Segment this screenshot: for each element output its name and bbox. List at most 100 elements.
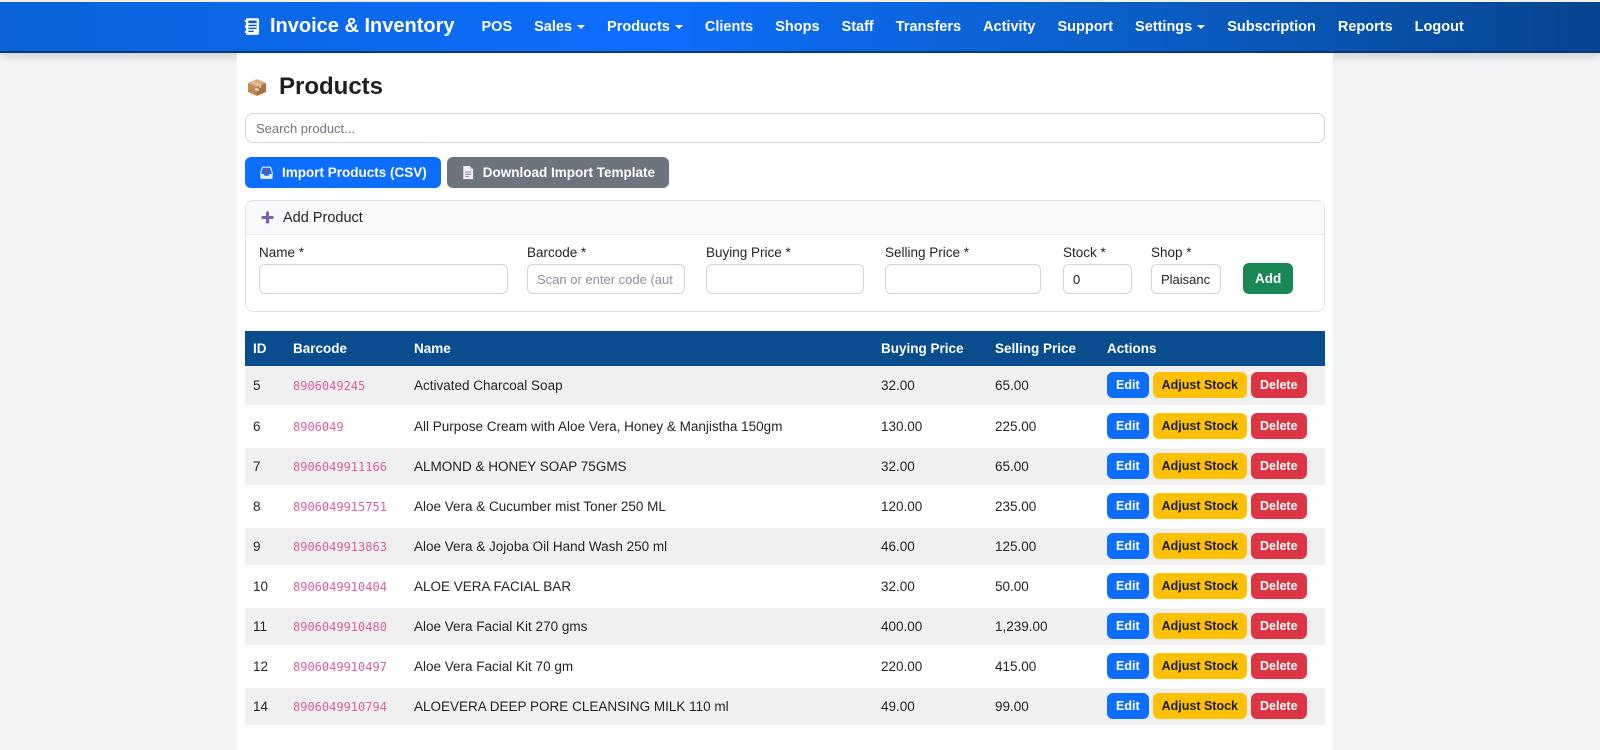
column-header-id: ID: [245, 331, 285, 366]
barcode-field[interactable]: [527, 264, 685, 294]
nav-item-settings[interactable]: Settings: [1124, 11, 1216, 43]
nav-item-clients[interactable]: Clients: [694, 11, 764, 43]
cell-id: 8: [245, 486, 285, 526]
nav-item-activity[interactable]: Activity: [972, 11, 1046, 43]
edit-button[interactable]: Edit: [1107, 493, 1149, 519]
edit-button[interactable]: Edit: [1107, 693, 1149, 719]
edit-button[interactable]: Edit: [1107, 413, 1149, 439]
upload-tray-icon: [259, 165, 274, 180]
nav-items: POSSalesProductsClientsShopsStaffTransfe…: [471, 11, 1475, 43]
delete-button[interactable]: Delete: [1251, 372, 1307, 398]
adjust-stock-button[interactable]: Adjust Stock: [1153, 533, 1247, 559]
nav-item-pos[interactable]: POS: [471, 11, 524, 43]
nav-item-reports[interactable]: Reports: [1327, 11, 1404, 43]
cell-barcode: 8906049915751: [285, 486, 406, 526]
nav-item-transfers[interactable]: Transfers: [885, 11, 972, 43]
edit-button[interactable]: Edit: [1107, 533, 1149, 559]
nav-item-sales[interactable]: Sales: [523, 11, 596, 43]
search-input[interactable]: [245, 113, 1325, 143]
column-header-selling-price: Selling Price: [987, 331, 1099, 366]
cell-name: Aloe Vera & Cucumber mist Toner 250 ML: [406, 486, 873, 526]
cell-actions: EditAdjust StockDelete: [1099, 406, 1325, 446]
table-row: 88906049915751Aloe Vera & Cucumber mist …: [245, 486, 1325, 526]
edit-button[interactable]: Edit: [1107, 653, 1149, 679]
stock-field[interactable]: [1063, 264, 1132, 294]
cell-buying-price: 32.00: [873, 366, 987, 406]
barcode-value: 8906049910480: [293, 620, 387, 634]
chevron-down-icon: [1197, 25, 1205, 29]
edit-button[interactable]: Edit: [1107, 453, 1149, 479]
delete-button[interactable]: Delete: [1251, 653, 1307, 679]
delete-button[interactable]: Delete: [1251, 453, 1307, 479]
adjust-stock-button[interactable]: Adjust Stock: [1153, 493, 1247, 519]
add-product-header[interactable]: Add Product: [246, 201, 1324, 235]
selling-price-field[interactable]: [885, 264, 1041, 294]
row-actions: EditAdjust StockDelete: [1107, 453, 1317, 479]
name-field[interactable]: [259, 264, 508, 294]
table-row: 58906049245Activated Charcoal Soap32.006…: [245, 366, 1325, 406]
nav-item-logout[interactable]: Logout: [1404, 11, 1475, 43]
shop-select[interactable]: Plaisanc: [1151, 264, 1221, 294]
barcode-value: 8906049910497: [293, 660, 387, 674]
import-products-button[interactable]: Import Products (CSV): [245, 157, 441, 188]
nav-item-subscription[interactable]: Subscription: [1216, 11, 1327, 43]
adjust-stock-button[interactable]: Adjust Stock: [1153, 653, 1247, 679]
nav-item-support[interactable]: Support: [1046, 11, 1124, 43]
cell-buying-price: 400.00: [873, 606, 987, 646]
cell-buying-price: 46.00: [873, 526, 987, 566]
table-row: 118906049910480Aloe Vera Facial Kit 270 …: [245, 606, 1325, 646]
brand-link[interactable]: Invoice & Inventory: [243, 15, 455, 38]
adjust-stock-button[interactable]: Adjust Stock: [1153, 613, 1247, 639]
cell-buying-price: 32.00: [873, 566, 987, 606]
import-products-label: Import Products (CSV): [282, 165, 427, 180]
cell-selling-price: 99.00: [987, 686, 1099, 726]
invoice-ledger-icon: [243, 17, 262, 36]
cell-id: 14: [245, 686, 285, 726]
add-product-card: Add Product Name * Barcode * Buying Pric…: [245, 200, 1325, 312]
toolbar: Import Products (CSV) Download Import Te…: [245, 157, 1325, 188]
edit-button[interactable]: Edit: [1107, 613, 1149, 639]
products-table: ID Barcode Name Buying Price Selling Pri…: [245, 331, 1325, 728]
cell-buying-price: 32.00: [873, 446, 987, 486]
cell-id: 7: [245, 446, 285, 486]
edit-button[interactable]: Edit: [1107, 372, 1149, 398]
table-row: 78906049911166ALMOND & HONEY SOAP 75GMS3…: [245, 446, 1325, 486]
download-template-label: Download Import Template: [483, 165, 655, 180]
delete-button[interactable]: Delete: [1251, 413, 1307, 439]
add-button[interactable]: Add: [1243, 263, 1293, 294]
row-actions: EditAdjust StockDelete: [1107, 413, 1317, 439]
delete-button[interactable]: Delete: [1251, 533, 1307, 559]
cell-selling-price: 415.00: [987, 646, 1099, 686]
cell-selling-price: 225.00: [987, 406, 1099, 446]
row-actions: EditAdjust StockDelete: [1107, 653, 1317, 679]
nav-item-products[interactable]: Products: [596, 11, 694, 43]
cell-name: All Purpose Cream with Aloe Vera, Honey …: [406, 406, 873, 446]
cell-buying-price: 130.00: [873, 406, 987, 446]
adjust-stock-button[interactable]: Adjust Stock: [1153, 573, 1247, 599]
cell-actions: EditAdjust StockDelete: [1099, 446, 1325, 486]
buying-price-field[interactable]: [706, 264, 864, 294]
delete-button[interactable]: Delete: [1251, 573, 1307, 599]
adjust-stock-button[interactable]: Adjust Stock: [1153, 453, 1247, 479]
delete-button[interactable]: Delete: [1251, 693, 1307, 719]
row-actions: EditAdjust StockDelete: [1107, 533, 1317, 559]
adjust-stock-button[interactable]: Adjust Stock: [1153, 372, 1247, 398]
cell-actions: EditAdjust StockDelete: [1099, 526, 1325, 566]
barcode-value: 8906049245: [293, 379, 365, 393]
cell-name: Activated Charcoal Soap: [406, 366, 873, 406]
edit-button[interactable]: Edit: [1107, 573, 1149, 599]
cell-name: ALOE VERA FACIAL BAR: [406, 566, 873, 606]
delete-button[interactable]: Delete: [1251, 613, 1307, 639]
barcode-value: 8906049911166: [293, 460, 387, 474]
cell-name: ALOEVERA DEEP PORE CLEANSING MILK 110 ml: [406, 686, 873, 726]
nav-item-shops[interactable]: Shops: [764, 11, 830, 43]
download-template-button[interactable]: Download Import Template: [447, 157, 669, 188]
adjust-stock-button[interactable]: Adjust Stock: [1153, 693, 1247, 719]
cell-barcode: 8906049913863: [285, 526, 406, 566]
adjust-stock-button[interactable]: Adjust Stock: [1153, 413, 1247, 439]
delete-button[interactable]: Delete: [1251, 493, 1307, 519]
nav-item-staff[interactable]: Staff: [831, 11, 885, 43]
main-content: Products Import Products (CSV): [237, 53, 1333, 750]
cell-selling-price: 1,239.00: [987, 606, 1099, 646]
table-row: 128906049910497Aloe Vera Facial Kit 70 g…: [245, 646, 1325, 686]
